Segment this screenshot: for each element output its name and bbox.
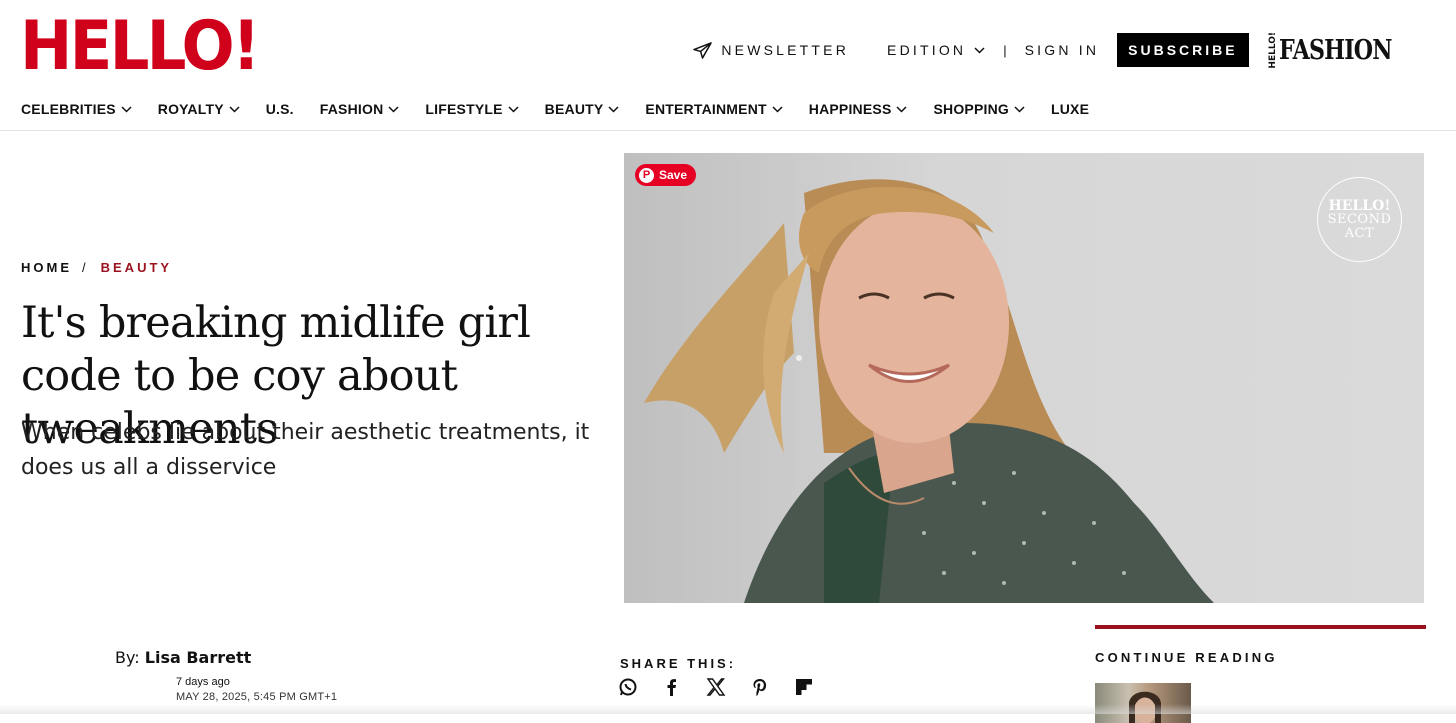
nav-item-label: ENTERTAINMENT — [645, 101, 767, 117]
nav-item-label: FASHION — [319, 101, 384, 117]
continue-reading-heading: CONTINUE READING — [1095, 650, 1278, 665]
main-navigation: CELEBRITIES ROYALTY U.S. FASHION LIFESTYLE BE… — [21, 101, 1115, 117]
nav-item-royalty[interactable]: ROYALTY — [158, 101, 240, 117]
author-byline: By: Lisa Barrett — [115, 648, 251, 667]
share-buttons — [618, 677, 838, 697]
nav-item-happiness[interactable]: HAPPINESS — [809, 101, 908, 117]
hero-image: P Save HELLO! SECOND ACT — [624, 153, 1424, 603]
breadcrumb-separator: / — [82, 260, 89, 275]
chevron-down-icon — [121, 105, 132, 113]
header-divider — [0, 130, 1456, 131]
nav-item-u-s[interactable]: U.S. — [266, 101, 294, 117]
top-utility-nav: NEWSLETTER EDITION | SIGN IN SUBSCRIBE H… — [693, 31, 1416, 69]
chevron-down-icon — [772, 105, 783, 113]
chevron-down-icon — [974, 46, 985, 54]
nav-item-beauty[interactable]: BEAUTY — [545, 101, 620, 117]
hello-logo[interactable]: HELLO! — [20, 13, 261, 81]
fashion-wordmark: FASHION — [1278, 34, 1392, 66]
nav-item-label: CELEBRITIES — [21, 101, 116, 117]
nav-item-label: HAPPINESS — [808, 101, 892, 117]
nav-item-luxe[interactable]: LUXE — [1051, 101, 1089, 117]
newsletter-label: NEWSLETTER — [721, 42, 850, 58]
edition-dropdown[interactable]: EDITION — [887, 42, 985, 58]
nav-item-shopping[interactable]: SHOPPING — [933, 101, 1025, 117]
breadcrumb-home[interactable]: HOME — [21, 260, 72, 275]
facebook-icon[interactable] — [662, 677, 682, 697]
continue-reading-rule — [1095, 625, 1426, 629]
continue-reading-thumbnail[interactable] — [1095, 683, 1191, 723]
badge-line-2: SECOND — [1327, 212, 1392, 228]
bottom-fade — [0, 704, 1456, 714]
x-icon[interactable] — [706, 677, 726, 697]
nav-item-label: LIFESTYLE — [425, 101, 503, 117]
pinterest-save-button[interactable]: P Save — [635, 164, 697, 186]
byline-prefix: By: — [115, 648, 140, 667]
breadcrumb: HOME / BEAUTY — [21, 260, 172, 275]
nav-item-lifestyle[interactable]: LIFESTYLE — [425, 101, 519, 117]
badge-line-1: HELLO! — [1328, 197, 1391, 214]
chevron-down-icon — [229, 105, 240, 113]
nav-item-label: U.S. — [265, 101, 294, 117]
edition-label: EDITION — [887, 42, 967, 58]
hello-fashion-mini-logo: HELLO! — [1267, 31, 1278, 69]
breadcrumb-section[interactable]: BEAUTY — [101, 260, 172, 275]
whatsapp-icon[interactable] — [618, 677, 638, 697]
nav-separator: | — [1003, 42, 1007, 58]
nav-item-fashion[interactable]: FASHION — [320, 101, 400, 117]
chevron-down-icon — [508, 105, 519, 113]
pinterest-save-label: Save — [659, 168, 688, 182]
chevron-down-icon — [608, 105, 619, 113]
portrait-illustration — [644, 179, 1214, 603]
newsletter-link[interactable]: NEWSLETTER — [693, 41, 850, 59]
chevron-down-icon — [388, 105, 399, 113]
nav-item-label: LUXE — [1051, 101, 1090, 117]
thumbnail-portrait — [1129, 691, 1161, 723]
chevron-down-icon — [896, 105, 908, 113]
paper-plane-icon — [693, 41, 713, 59]
pinterest-share-icon[interactable] — [750, 677, 770, 697]
pinterest-icon: P — [639, 167, 654, 183]
published-date: MAY 28, 2025, 5:45 PM GMT+1 — [176, 691, 338, 703]
subscribe-button[interactable]: SUBSCRIBE — [1117, 33, 1249, 67]
nav-item-entertainment[interactable]: ENTERTAINMENT — [645, 101, 783, 117]
hello-fashion-logo[interactable]: HELLO! FASHION — [1267, 31, 1416, 69]
sign-in-link[interactable]: SIGN IN — [1025, 42, 1100, 58]
author-name[interactable]: Lisa Barrett — [145, 648, 252, 667]
nav-item-celebrities[interactable]: CELEBRITIES — [21, 101, 132, 117]
second-act-badge: HELLO! SECOND ACT — [1317, 177, 1402, 262]
article-standfirst: When celebs lie about their aesthetic tr… — [21, 420, 590, 480]
relative-timestamp: 7 days ago — [176, 676, 230, 688]
nav-item-label: ROYALTY — [157, 101, 224, 117]
chevron-down-icon — [1014, 105, 1025, 113]
share-label: SHARE THIS: — [620, 656, 737, 671]
flipboard-icon[interactable] — [794, 677, 814, 697]
nav-item-label: SHOPPING — [933, 101, 1009, 117]
badge-line-3: ACT — [1344, 225, 1375, 241]
nav-item-label: BEAUTY — [544, 101, 604, 117]
